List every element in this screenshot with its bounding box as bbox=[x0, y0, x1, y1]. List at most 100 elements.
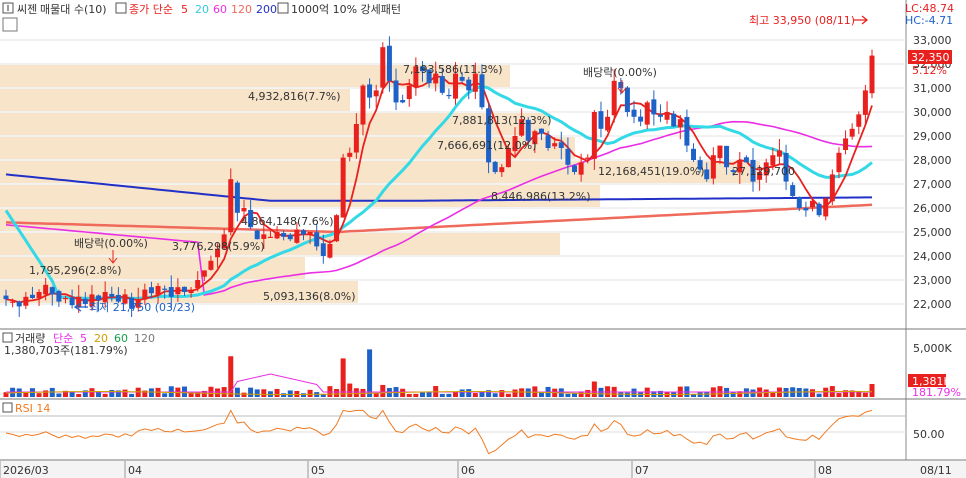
volume-bar[interactable] bbox=[287, 390, 293, 397]
stock-name: 씨젠 bbox=[17, 3, 37, 16]
y-tick-label: 29,000 bbox=[913, 130, 952, 143]
volume-bar[interactable] bbox=[466, 389, 472, 397]
pattern-legend-icon[interactable] bbox=[277, 2, 289, 14]
volume-bar[interactable] bbox=[228, 356, 234, 397]
candle[interactable] bbox=[869, 49, 875, 99]
high-label: 최고 33,950 (08/11) bbox=[749, 14, 855, 27]
volume-profile-label: 8,446,986(13.2%) bbox=[491, 190, 591, 203]
volume-legend: 거래량 단순 5 20 60 120 1,380,703주(181.79%) bbox=[2, 332, 155, 357]
volume-bar[interactable] bbox=[525, 388, 531, 397]
volume-bar[interactable] bbox=[796, 388, 802, 397]
volume-bar[interactable] bbox=[23, 392, 29, 397]
volume-bar[interactable] bbox=[492, 393, 498, 397]
volume-bar[interactable] bbox=[367, 349, 373, 397]
volume-tick: 5,000K bbox=[913, 342, 952, 355]
volume-bar[interactable] bbox=[810, 389, 816, 397]
volume-bar[interactable] bbox=[300, 393, 306, 397]
volume-bar[interactable] bbox=[869, 384, 875, 397]
y-tick-label: 23,000 bbox=[913, 274, 952, 287]
x-label-2026-03: 2026/03 bbox=[3, 464, 49, 477]
grid-toggle-icon[interactable] bbox=[2, 17, 18, 32]
volume-bar[interactable] bbox=[380, 384, 386, 397]
volume-bar[interactable] bbox=[36, 393, 42, 397]
candle[interactable] bbox=[380, 42, 386, 94]
ma-period-120: 120 bbox=[231, 3, 252, 16]
volume-bar[interactable] bbox=[631, 388, 637, 397]
rsi-legend-icon[interactable] bbox=[2, 402, 13, 413]
y-tick-label: 25,000 bbox=[913, 226, 952, 239]
volume-bar[interactable] bbox=[459, 389, 465, 397]
volume-bar[interactable] bbox=[56, 393, 62, 397]
candle[interactable] bbox=[816, 202, 822, 217]
volume-bar[interactable] bbox=[763, 389, 769, 397]
candle[interactable] bbox=[829, 169, 835, 206]
volume-bar[interactable] bbox=[446, 393, 452, 397]
volume-bar[interactable] bbox=[479, 391, 485, 397]
volume-bar[interactable] bbox=[591, 381, 597, 397]
current-change: 5.12% bbox=[912, 64, 947, 77]
volume-bar[interactable] bbox=[836, 393, 842, 397]
current-price: 32,350 bbox=[911, 51, 950, 64]
indicator-name: 매물대 수(10) bbox=[40, 3, 107, 16]
volume-bar[interactable] bbox=[261, 389, 267, 397]
ma-period-20: 20 bbox=[195, 3, 209, 16]
volume-bar[interactable] bbox=[803, 388, 809, 397]
x-label-current-date: 08/11 bbox=[920, 464, 952, 477]
volume-bar[interactable] bbox=[439, 393, 445, 397]
candle[interactable] bbox=[334, 214, 340, 243]
dividend-label-2: 배당락(0.00%) bbox=[583, 66, 657, 79]
volume-bar[interactable] bbox=[816, 393, 822, 397]
volume-bar[interactable] bbox=[340, 358, 346, 397]
volume-bar[interactable] bbox=[373, 393, 379, 397]
x-label-06: 06 bbox=[461, 464, 475, 477]
volume-bar[interactable] bbox=[274, 388, 280, 397]
volume-bar[interactable] bbox=[89, 388, 95, 397]
candle[interactable] bbox=[340, 153, 346, 218]
candle[interactable] bbox=[492, 160, 498, 174]
volume-bar[interactable] bbox=[505, 393, 511, 397]
volume-bar[interactable] bbox=[406, 393, 412, 397]
volume-bar[interactable] bbox=[254, 389, 260, 397]
volume-bar[interactable] bbox=[162, 393, 168, 397]
volume-bar[interactable] bbox=[862, 392, 868, 397]
volume-bar[interactable] bbox=[148, 388, 154, 397]
volume-profile-label: 4,864,148(7.6%) bbox=[241, 215, 334, 228]
dividend-label-1: 배당락(0.00%) bbox=[74, 237, 148, 250]
volume-bar[interactable] bbox=[453, 392, 459, 397]
volume-legend-icon[interactable] bbox=[2, 332, 13, 343]
y-tick-label: 28,000 bbox=[913, 154, 952, 167]
volume-bar[interactable] bbox=[234, 387, 240, 397]
y-tick-label: 30,000 bbox=[913, 106, 952, 119]
volume-bar[interactable] bbox=[43, 390, 49, 397]
volume-profile-label: 7,881,813(12.3%) bbox=[452, 114, 552, 127]
x-label-04: 04 bbox=[128, 464, 142, 477]
volume-bar[interactable] bbox=[129, 393, 135, 397]
volume-bar[interactable] bbox=[215, 388, 221, 397]
pattern-label: 1000억 10% 강세패턴 bbox=[291, 3, 401, 16]
volume-profile-label: 27,129,700 bbox=[732, 165, 795, 178]
volume-bar[interactable] bbox=[122, 389, 128, 397]
volume-bar[interactable] bbox=[419, 392, 425, 397]
volume-bar[interactable] bbox=[353, 388, 359, 397]
volume-bar[interactable] bbox=[69, 391, 75, 397]
volume-bar[interactable] bbox=[102, 393, 108, 397]
volume-bars[interactable] bbox=[3, 349, 875, 397]
volume-bar[interactable] bbox=[281, 393, 287, 397]
x-label-05: 05 bbox=[311, 464, 325, 477]
volume-bar[interactable] bbox=[76, 393, 82, 397]
volume-bar[interactable] bbox=[241, 392, 247, 397]
volume-bar[interactable] bbox=[499, 390, 505, 397]
volume-bar[interactable] bbox=[565, 393, 571, 397]
volume-bar[interactable] bbox=[413, 393, 419, 397]
candle[interactable] bbox=[254, 229, 260, 240]
volume-bar[interactable] bbox=[248, 387, 254, 397]
volume-bar[interactable] bbox=[334, 389, 340, 397]
ma-legend-icon[interactable] bbox=[115, 2, 127, 14]
stock-chart[interactable]: 4,932,816(7.7%) 7,193,586(11.3%) 7,881,813… bbox=[0, 0, 966, 478]
volume-bar[interactable] bbox=[307, 389, 313, 397]
volume-bar[interactable] bbox=[347, 383, 353, 397]
volume-bar[interactable] bbox=[512, 389, 518, 397]
volume-bar[interactable] bbox=[519, 388, 525, 397]
volume-bar[interactable] bbox=[472, 393, 478, 397]
rsi-title: RSI 14 bbox=[15, 402, 50, 415]
